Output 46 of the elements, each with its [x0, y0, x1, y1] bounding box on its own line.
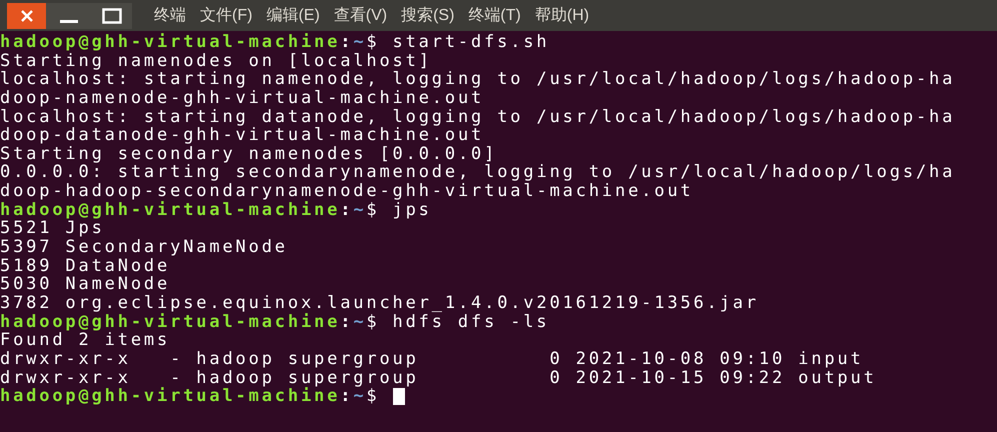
close-icon: [20, 8, 34, 22]
output-line: 5521 Jps: [0, 219, 105, 238]
prompt-separator: :: [340, 387, 354, 406]
output-line: drwxr-xr-x - hadoop supergroup 0 2021-10-08 09:10 input: [0, 350, 864, 369]
output-line: drwxr-xr-x - hadoop supergroup 0 2021-10-15 09:22 output: [0, 368, 877, 388]
close-button[interactable]: [7, 2, 46, 28]
prompt-separator: :: [340, 33, 354, 52]
maximize-icon: [102, 8, 122, 24]
prompt-user: hadoop@ghh-virtual-machine: [0, 387, 340, 406]
minimize-icon: [60, 20, 78, 22]
prompt-separator: :: [340, 312, 354, 332]
output-line: doop-datanode-ghh-virtual-machine.out: [0, 126, 484, 145]
prompt-path: ~: [353, 33, 366, 52]
menu-item[interactable]: 搜索(S): [401, 4, 454, 28]
command-text: start-dfs.sh: [392, 33, 550, 52]
output-line: localhost: starting namenode, logging to /usr/local/hadoop/logs/hadoop-ha: [0, 70, 956, 89]
menu-item[interactable]: 查看(V): [334, 4, 388, 28]
prompt-separator: :: [340, 200, 354, 220]
menu-item[interactable]: 帮助(H): [534, 4, 590, 28]
output-line: Found 2 items: [0, 331, 170, 350]
command-text: jps: [392, 200, 432, 220]
prompt-user: hadoop@ghh-virtual-machine: [0, 200, 340, 220]
prompt-symbol: $: [366, 312, 380, 332]
prompt-path: ~: [353, 200, 366, 220]
output-line: 0.0.0.0: starting secondarynamenode, logging to /usr/local/hadoop/logs/ha: [0, 163, 956, 182]
command-text: hdfs dfs -ls: [392, 312, 550, 332]
output-line: 5397 SecondaryNameNode: [0, 238, 288, 257]
prompt-symbol: $: [366, 33, 380, 52]
output-line: Starting namenodes on [localhost]: [0, 52, 432, 70]
prompt-symbol: $: [366, 200, 380, 220]
output-line: 5189 DataNode: [0, 256, 170, 276]
output-line: 3782 org.eclipse.equinox.launcher_1.4.0.v20161219-1356.jar: [0, 294, 759, 313]
output-line: doop-hadoop-secondarynamenode-ghh-virtual-machine.out: [0, 182, 694, 201]
prompt-path: ~: [353, 387, 366, 406]
menu-item[interactable]: 编辑(E): [266, 4, 320, 28]
prompt-path: ~: [353, 312, 366, 332]
output-line: localhost: starting datanode, logging to /usr/local/hadoop/logs/hadoop-ha: [0, 108, 956, 126]
menu-item[interactable]: 终端(T): [468, 4, 521, 28]
prompt-symbol: $: [366, 387, 380, 406]
output-line: doop-namenode-ghh-virtual-machine.out: [0, 88, 484, 108]
prompt-user: hadoop@ghh-virtual-machine: [0, 33, 340, 52]
output-line: Starting secondary namenodes [0.0.0.0]: [0, 144, 498, 164]
menu-item[interactable]: 终端: [154, 4, 186, 28]
output-line: 5030 NameNode: [0, 275, 170, 294]
menu-item[interactable]: 文件(F): [200, 4, 252, 28]
prompt-user: hadoop@ghh-virtual-machine: [0, 312, 340, 332]
